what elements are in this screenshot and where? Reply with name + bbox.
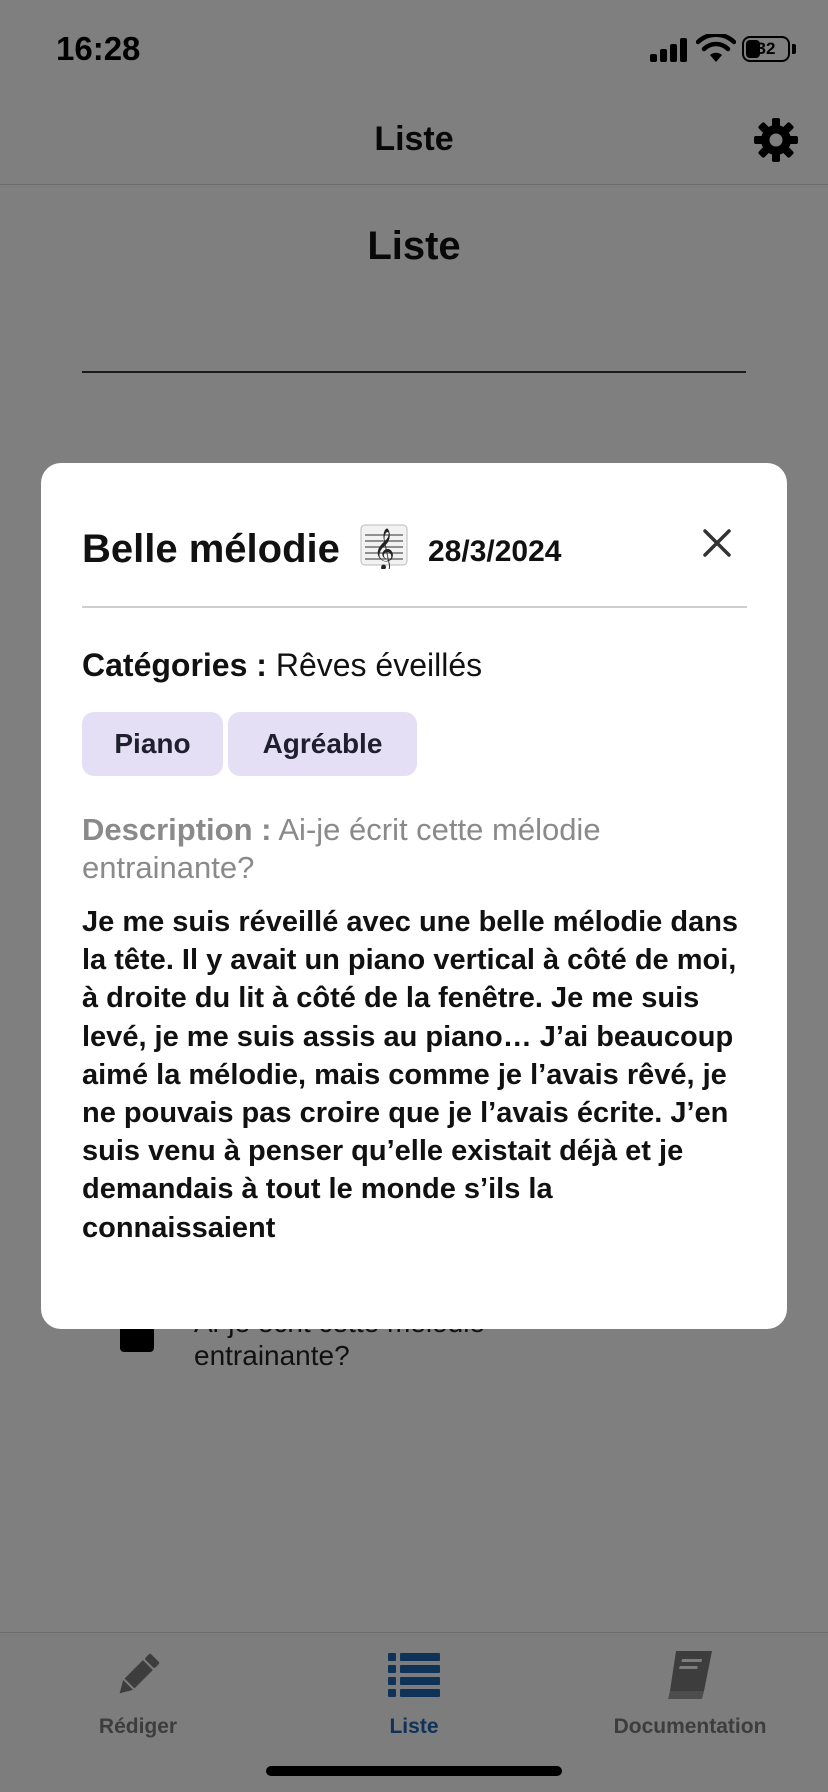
description-label: Description : — [82, 812, 272, 847]
modal-date: 28/3/2024 — [428, 535, 562, 568]
categories-label: Catégories : — [82, 647, 267, 683]
entry-detail-modal: Belle mélodie 𝄞 28/3/2024 Catégories : R… — [41, 463, 787, 1329]
tag-chip-agreable[interactable]: Agréable — [228, 712, 417, 776]
close-icon[interactable] — [697, 523, 737, 563]
description-row: Description : Ai-je écrit cette mélodie … — [82, 811, 722, 887]
modal-header: Belle mélodie 𝄞 28/3/2024 — [82, 521, 746, 581]
modal-divider — [82, 606, 747, 608]
tag-chip-piano[interactable]: Piano — [82, 712, 223, 776]
modal-title: Belle mélodie — [82, 527, 340, 571]
treble-clef-icon: 𝄞 — [360, 524, 408, 569]
categories-row: Catégories : Rêves éveillés — [82, 647, 746, 684]
entry-body-text: Je me suis réveillé avec une belle mélod… — [82, 906, 739, 1244]
categories-value: Rêves éveillés — [275, 647, 483, 683]
svg-text:𝄞: 𝄞 — [373, 528, 394, 569]
